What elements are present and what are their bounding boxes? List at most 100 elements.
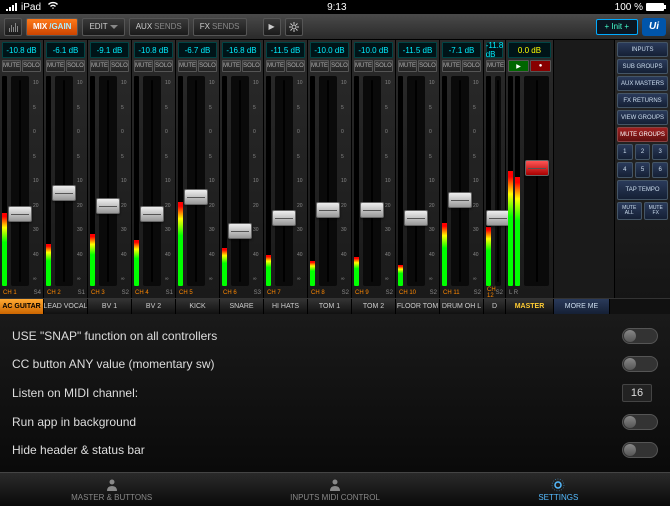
solo-button[interactable]: SOLO [374,60,393,72]
fader-knob[interactable] [52,185,76,201]
mute-button[interactable]: MUTE [134,60,153,72]
channel-label[interactable]: SNARE [220,299,264,314]
fader-track[interactable] [143,76,161,286]
mute-button[interactable]: MUTE [178,60,197,72]
channel-label[interactable]: TOM 1 [308,299,352,314]
mute-all-button[interactable]: MUTE ALL [617,202,642,220]
solo-button[interactable]: SOLO [418,60,437,72]
master-fader-track[interactable] [524,76,549,286]
inputs-button[interactable]: INPUTS [617,42,668,57]
mute-groups-button[interactable]: MUTE GROUPS [617,127,668,142]
tab-inputs-midi[interactable]: INPUTS MIDI CONTROL [223,473,446,506]
toggle-switch[interactable] [622,356,658,372]
settings-gear-button[interactable] [285,18,303,36]
level-meter [354,76,359,286]
tab-settings[interactable]: SETTINGS [447,473,670,506]
channel-label[interactable]: BV 2 [132,299,176,314]
fader-knob[interactable] [140,206,164,222]
sub-groups-button[interactable]: SUB GROUPS [617,59,668,74]
mute-button[interactable]: MUTE [222,60,241,72]
mute-button[interactable]: MUTE [46,60,65,72]
master-record-button[interactable]: ● [530,60,551,72]
aux-masters-button[interactable]: AUX MASTERS [617,76,668,91]
toggle-switch[interactable] [622,328,658,344]
mute-button[interactable]: MUTE [2,60,21,72]
mute-group-2[interactable]: 2 [635,144,651,160]
solo-button[interactable]: SOLO [242,60,261,72]
fader-track[interactable] [495,76,501,286]
master-fader-knob[interactable] [525,160,549,176]
value-field[interactable]: 16 [622,384,652,402]
fader-knob[interactable] [360,202,384,218]
fader-track[interactable] [363,76,381,286]
mute-button[interactable]: MUTE [354,60,373,72]
meters-icon-button[interactable] [4,18,22,36]
fader-track[interactable] [55,76,73,286]
toggle-switch[interactable] [622,414,658,430]
mix-gain-button[interactable]: MIX/GAIN [26,18,78,36]
channel-strip: -10.8 dBMUTESOLO1050510203040∞CH 4S1 [132,40,176,298]
fader-track[interactable] [231,76,249,286]
mute-button[interactable]: MUTE [90,60,109,72]
settings-row: USE "SNAP" function on all controllers [12,322,658,350]
fader-knob[interactable] [272,210,296,226]
mute-group-5[interactable]: 5 [635,162,651,178]
mute-fx-button[interactable]: MUTE FX [644,202,669,220]
solo-button[interactable]: SOLO [462,60,481,72]
channel-label[interactable]: BV 1 [88,299,132,314]
fader-knob[interactable] [8,206,32,222]
fader-knob[interactable] [184,189,208,205]
channel-label[interactable]: KICK [176,299,220,314]
channel-label[interactable]: HI HATS [264,299,308,314]
preset-display[interactable]: + Init + [596,19,638,35]
play-button[interactable]: ▶ [263,18,281,36]
solo-button[interactable]: SOLO [110,60,129,72]
channel-label[interactable]: FLOOR TOM [396,299,440,314]
fx-returns-button[interactable]: FX RETURNS [617,93,668,108]
mute-group-4[interactable]: 4 [617,162,633,178]
level-meter [266,76,271,286]
aux-sends-button[interactable]: AUXSENDS [129,18,189,36]
more-me-button[interactable]: MORE ME [554,299,610,314]
fader-scale: 1050510203040∞ [473,76,481,286]
fader-track[interactable] [99,76,117,286]
view-groups-button[interactable]: VIEW GROUPS [617,110,668,125]
fader-track[interactable] [407,76,425,286]
edit-button[interactable]: EDIT [82,18,124,36]
mute-group-3[interactable]: 3 [652,144,668,160]
mute-button[interactable]: MUTE [310,60,329,72]
mute-button[interactable]: MUTE [398,60,417,72]
tap-tempo-button[interactable]: TAP TEMPO [617,180,668,200]
fader-track[interactable] [11,76,29,286]
fader-knob[interactable] [228,223,252,239]
fader-knob[interactable] [316,202,340,218]
master-play-button[interactable]: ▶ [508,60,529,72]
fader-knob[interactable] [404,210,428,226]
channel-label[interactable]: DRUM OH L [440,299,484,314]
solo-button[interactable]: SOLO [286,60,305,72]
channel-label[interactable]: LEAD VOCAL [44,299,88,314]
fader-track[interactable] [275,76,293,286]
tab-master-buttons[interactable]: MASTER & BUTTONS [0,473,223,506]
fader-knob[interactable] [448,192,472,208]
solo-button[interactable]: SOLO [198,60,217,72]
solo-button[interactable]: SOLO [22,60,41,72]
solo-button[interactable]: SOLO [330,60,349,72]
mute-button[interactable]: MUTE [266,60,285,72]
fader-track[interactable] [451,76,469,286]
solo-button[interactable]: SOLO [66,60,85,72]
solo-button[interactable]: SOLO [154,60,173,72]
mute-button[interactable]: MUTE [442,60,461,72]
fader-track[interactable] [319,76,337,286]
mute-button[interactable]: MUTE [486,60,505,72]
fx-sends-button[interactable]: FXSENDS [193,18,247,36]
fader-knob[interactable] [96,198,120,214]
mute-group-1[interactable]: 1 [617,144,633,160]
channel-label[interactable]: TOM 2 [352,299,396,314]
master-label[interactable]: MASTER [506,299,554,314]
fader-track[interactable] [187,76,205,286]
channel-label[interactable]: AC GUITAR [0,299,44,314]
channel-label[interactable]: D [484,299,506,314]
toggle-switch[interactable] [622,442,658,458]
mute-group-6[interactable]: 6 [652,162,668,178]
